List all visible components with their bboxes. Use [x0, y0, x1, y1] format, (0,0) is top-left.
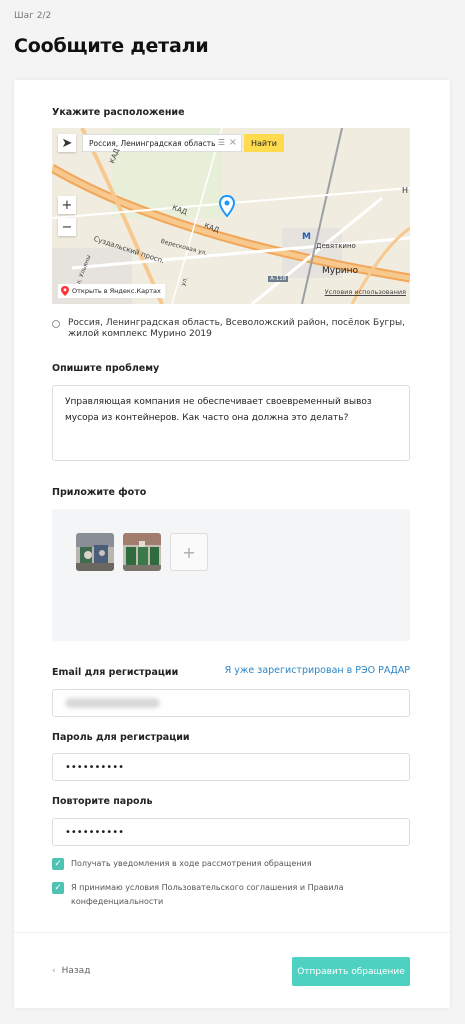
map-label-murino: Мурино [322, 266, 359, 276]
password-label: Пароль для регистрации [52, 732, 190, 743]
page-title: Сообщите детали [14, 35, 209, 57]
location-label: Укажите расположение [52, 107, 185, 118]
check-icon: ✓ [54, 859, 62, 869]
map-label-devyatkino: Девяткино [316, 242, 356, 250]
photo-dropzone[interactable]: + [52, 509, 410, 641]
repeat-password-field[interactable]: •••••••••• [52, 818, 410, 846]
terms-checkbox[interactable]: ✓ [52, 882, 64, 894]
repeat-password-label: Повторите пароль [52, 796, 153, 807]
photo-image [123, 533, 161, 571]
chevron-left-icon: ‹ [52, 966, 56, 976]
zoom-out-button[interactable]: − [58, 218, 76, 236]
clear-icon[interactable]: × [229, 137, 237, 149]
email-label: Email для регистрации [52, 667, 179, 678]
map-label-n: Н [402, 186, 409, 195]
photo-thumbnail[interactable] [123, 533, 161, 571]
back-button[interactable]: ‹ Назад [52, 966, 90, 976]
submit-button[interactable]: Отправить обращение [292, 957, 410, 986]
notifications-checkbox[interactable]: ✓ [52, 858, 64, 870]
email-redacted [65, 698, 160, 708]
form-card: Укажите расположение ➤ Россия, Ленинград… [14, 80, 450, 1008]
email-field[interactable] [52, 689, 410, 717]
step-indicator: Шаг 2/2 [14, 11, 52, 21]
locate-button[interactable]: ➤ [58, 134, 76, 152]
terms-of-use-link[interactable]: Условия использования [325, 288, 406, 296]
already-registered-link[interactable]: Я уже зарегистрирован в РЭО РАДАР [225, 665, 410, 676]
open-in-yandex-maps-link[interactable]: Открыть в Яндекс.Картах [58, 284, 165, 298]
photos-label: Приложите фото [52, 487, 147, 498]
map-marker-icon[interactable] [218, 194, 236, 220]
password-field[interactable]: •••••••••• [52, 753, 410, 781]
footer-divider [14, 932, 450, 933]
location-pin-icon [52, 320, 60, 328]
map-search-value: Россия, Ленинградская область [89, 138, 216, 148]
minus-icon: − [61, 219, 73, 235]
photo-thumbnail[interactable] [76, 533, 114, 571]
problem-textarea[interactable]: Управляющая компания не обеспечивает сво… [52, 385, 410, 461]
selected-address: Россия, Ленинградская область, Всеволожс… [68, 318, 405, 339]
location-arrow-icon: ➤ [61, 135, 73, 151]
yandex-pin-icon [61, 286, 69, 296]
plus-icon: + [61, 197, 73, 213]
photo-image [76, 533, 114, 571]
map-find-button[interactable]: Найти [244, 134, 284, 152]
check-icon: ✓ [54, 883, 62, 893]
map-road-badge: А-118 [268, 276, 289, 282]
zoom-in-button[interactable]: + [58, 196, 76, 214]
open-in-maps-label: Открыть в Яндекс.Картах [72, 287, 161, 295]
add-photo-button[interactable]: + [170, 533, 208, 571]
map-widget[interactable]: ➤ Россия, Ленинградская область ☰ × Найт… [52, 128, 410, 304]
back-label: Назад [61, 966, 91, 976]
filter-icon[interactable]: ☰ [218, 139, 225, 147]
notifications-label: Получать уведомления в ходе рассмотрения… [71, 859, 312, 868]
metro-icon: M [302, 232, 311, 242]
terms-label: Я принимаю условия Пользовательского сог… [71, 883, 344, 906]
map-search-input[interactable]: Россия, Ленинградская область ☰ × [82, 134, 242, 152]
problem-label: Опишите проблему [52, 363, 160, 374]
